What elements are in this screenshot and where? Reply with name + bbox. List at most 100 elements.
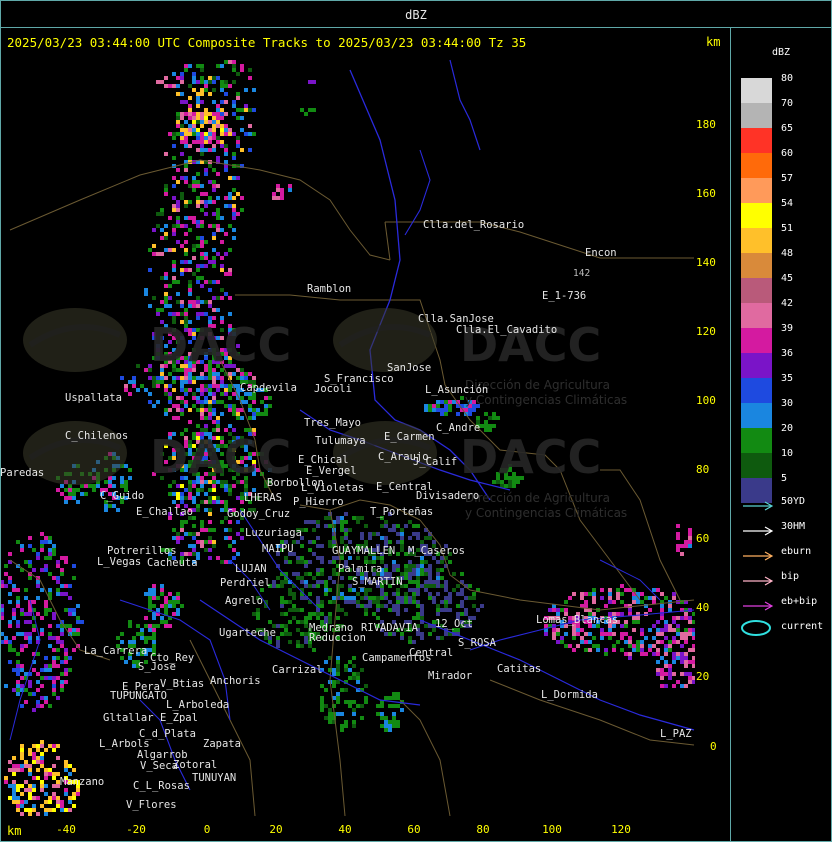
place-label: C_Chilenos: [65, 430, 129, 442]
place-label: E_Vergel: [306, 465, 357, 477]
legend-value-label: 36: [781, 348, 794, 359]
place-label: Zapata: [203, 738, 241, 750]
place-label: SanJose: [387, 362, 432, 374]
place-label: 12_Oct: [435, 618, 473, 630]
legend-track-label: 30HM: [781, 521, 806, 532]
place-label: E_Carmen: [384, 431, 435, 443]
legend-swatch: [741, 453, 772, 478]
track-arrow-icon: [741, 522, 781, 536]
place-label: C_L_Rosas: [133, 780, 190, 792]
watermark-brand: DACC: [460, 430, 602, 484]
legend-swatch: [741, 428, 772, 453]
place-label: L_Asunción: [425, 384, 489, 396]
x-tick: 120: [611, 823, 631, 836]
place-label: Anchoris: [210, 675, 261, 687]
place-label: Central: [409, 647, 454, 659]
legend-track-label: bip: [781, 571, 800, 582]
x-tick: -40: [56, 823, 76, 836]
place-label: Luzuriaga: [245, 527, 302, 539]
place-label: C_Andre: [436, 422, 481, 434]
place-label: Tulumaya: [315, 435, 366, 447]
x-tick: 80: [476, 823, 490, 836]
place-label: E_Challao: [136, 506, 193, 518]
legend-value-label: 39: [781, 323, 794, 334]
place-label: Gltallar: [103, 712, 154, 724]
place-label: Zotoral: [173, 759, 218, 771]
place-label: Palmira: [338, 563, 383, 575]
place-label: Godoy_Cruz: [227, 508, 291, 520]
place-label: Agrelo: [225, 595, 263, 607]
place-label: Uspallata: [65, 392, 122, 404]
place-label: Lomas_Blancas: [536, 614, 619, 626]
y-tick: 140: [696, 256, 716, 269]
place-label: V_Btias: [160, 678, 205, 690]
legend-value-label: 60: [781, 148, 794, 159]
place-label: L_Dormida: [541, 689, 598, 701]
place-label: Catitas: [497, 663, 542, 675]
legend-swatch: [741, 153, 772, 178]
legend-value-label: 51: [781, 223, 794, 234]
legend-swatch: [741, 253, 772, 278]
place-label: L_Arboleda: [166, 699, 230, 711]
watermark-brand: DACC: [150, 430, 292, 484]
legend-swatch: [741, 203, 772, 228]
place-label: MAIPU: [262, 543, 294, 555]
y-tick: 120: [696, 325, 716, 338]
legend-swatch: [741, 353, 772, 378]
place-label: T_Porteñas: [370, 506, 434, 518]
legend-value-label: 65: [781, 123, 794, 134]
track-arrow-icon: [741, 597, 781, 611]
place-label: E_Zpal: [160, 712, 198, 724]
x-tick: 0: [203, 823, 211, 836]
place-label: Clla.El_Cavadito: [456, 324, 558, 336]
place-label: M_Caseros: [408, 545, 465, 557]
legend-track-label: 50YD: [781, 496, 806, 507]
y-tick: 20: [696, 670, 710, 683]
place-label: Jocoli: [314, 383, 352, 395]
place-label: Perdriel: [220, 577, 271, 589]
place-label: Paredas: [0, 467, 45, 479]
place-label: V_Flores: [126, 799, 177, 811]
place-label: La_Carrera: [84, 645, 148, 657]
place-label: S_ROSA: [458, 637, 496, 649]
place-label: Tres_Mayo: [304, 417, 361, 429]
x-tick: 60: [407, 823, 421, 836]
legend-swatch: [741, 228, 772, 253]
place-label: RIVADAVIA: [361, 622, 418, 634]
legend-swatch: [741, 78, 772, 103]
legend-value-label: 57: [781, 173, 794, 184]
legend-swatch: [741, 278, 772, 303]
place-label: LHERAS: [244, 492, 282, 504]
place-label: 142: [573, 268, 591, 279]
place-label: L_Violetas: [301, 482, 365, 494]
place-label: Clla.del_Rosario: [423, 219, 525, 231]
legend-value-label: 80: [781, 73, 794, 84]
legend-value-label: 45: [781, 273, 794, 284]
place-label: Mirador: [428, 670, 473, 682]
place-label: Cacheuta: [147, 557, 198, 569]
km-unit-label-bottom: km: [7, 824, 22, 838]
place-label: S_MARTIN: [352, 576, 403, 588]
track-arrow-icon: [741, 547, 781, 561]
legend-title: dBZ: [772, 47, 791, 58]
legend-track-label: eburn: [781, 546, 812, 557]
legend-swatch: [741, 128, 772, 153]
legend-track-label: current: [781, 621, 824, 632]
x-tick: 20: [269, 823, 283, 836]
place-label: Manzano: [60, 776, 105, 788]
legend-value-label: 42: [781, 298, 794, 309]
place-label: S_Jose: [138, 661, 176, 673]
place-label: LUJAN: [235, 563, 267, 575]
y-tick: 180: [696, 118, 716, 131]
place-label: Carrizal: [272, 664, 323, 676]
x-tick: 40: [338, 823, 352, 836]
place-label: L_Vegas: [97, 556, 142, 568]
legend-track-label: eb+bip: [781, 596, 818, 607]
watermark-line1: Dirección de Agricultura: [465, 491, 610, 505]
y-tick: 60: [696, 532, 710, 545]
y-tick: 100: [696, 394, 716, 407]
place-label: Capdevila: [240, 382, 297, 394]
legend-value-label: 70: [781, 98, 794, 109]
y-tick: 40: [696, 601, 710, 614]
y-tick: 160: [696, 187, 716, 200]
